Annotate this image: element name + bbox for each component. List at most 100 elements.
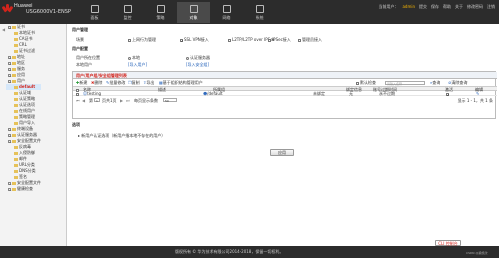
sidebar-item-label: 用户导入 <box>19 120 35 125</box>
radio-button[interactable] <box>128 56 131 60</box>
page-input[interactable]: 1 <box>94 98 100 103</box>
nav-label: 监控 <box>123 15 132 20</box>
folder-icon <box>12 187 16 191</box>
first-page-icon[interactable]: ⏮ <box>76 98 80 103</box>
user-location-option-1[interactable]: 认证服务器 <box>186 55 210 60</box>
row-checkbox[interactable] <box>76 91 80 96</box>
per-page-select[interactable]: 50 <box>163 98 177 103</box>
scenario-label: 场景 <box>76 37 84 42</box>
top-link-0: 当前用户： <box>378 4 399 9</box>
folder-icon <box>12 67 16 71</box>
folder-icon <box>14 85 18 89</box>
scenario-option-label: 上网行为管理 <box>132 37 156 42</box>
row-active-box[interactable]: ✓ <box>446 92 450 96</box>
folder-icon <box>14 91 18 95</box>
expand-toggle-icon[interactable]: − <box>8 187 12 191</box>
batch-edit-button-label: 批量修改 <box>109 80 126 85</box>
nav-4[interactable]: 网络 <box>210 2 243 23</box>
import-security-group-link-text[interactable]: [导入安全组] <box>186 62 209 67</box>
sidebar-item-label: 地区 <box>17 60 25 65</box>
top-link-3[interactable]: 保存 <box>431 4 439 10</box>
delete-button-label: 删除 <box>94 80 103 85</box>
table-row[interactable]: ☺testing ☻/default 未绑定 无 永不过期 ✓ ✎ <box>73 91 497 96</box>
scenario-checkbox[interactable] <box>228 38 231 42</box>
row-edit-icon[interactable]: ✎ <box>476 91 479 96</box>
top-link-1[interactable]: admin <box>402 4 415 10</box>
apply-button[interactable]: 应用 <box>270 149 294 156</box>
nav-5[interactable]: 系统 <box>243 2 276 23</box>
row-active-checkbox[interactable]: ✓ <box>446 91 450 96</box>
folder-icon <box>12 181 16 185</box>
import-user-link-text[interactable]: [导入用户] <box>128 62 147 67</box>
cli-console-button[interactable]: CLI 控制台 <box>435 240 461 246</box>
row-edit-glyph: ✎ <box>476 91 480 96</box>
scenario-checkbox[interactable] <box>128 38 131 42</box>
expand-toggle-icon[interactable]: − <box>8 25 12 29</box>
row-bind-info: 无 <box>349 91 353 96</box>
top-link-7[interactable]: 注销 <box>487 4 495 10</box>
import-security-group-link[interactable]: [导入安全组] <box>186 62 209 67</box>
folder-icon <box>12 79 16 83</box>
scenario-checkbox[interactable]: ✓ <box>180 38 184 42</box>
scenario-checkbox[interactable] <box>298 38 301 42</box>
scenario-option-1[interactable]: ✓SSL VPN接入 <box>180 37 209 42</box>
new-user-option[interactable]: ▸ 新用户认证选项（新用户指本地不存在的用户） <box>78 133 165 138</box>
folder-icon <box>14 37 18 41</box>
sidebar-item-27[interactable]: − 健康检查 <box>6 186 41 192</box>
folder-icon <box>12 127 16 131</box>
folder-icon <box>14 163 18 167</box>
folder-icon <box>14 169 18 173</box>
folder-icon <box>14 49 18 53</box>
top-link-2[interactable]: 提交 <box>419 4 427 10</box>
top-link-5[interactable]: 关于 <box>455 4 463 10</box>
user-location-option-0[interactable]: 本地 <box>128 55 140 60</box>
top-link-4[interactable]: 帮助 <box>443 4 451 10</box>
import-user-link[interactable]: [导入用户] <box>128 62 147 67</box>
folder-icon <box>12 25 16 29</box>
nav-1[interactable]: 监控 <box>111 2 144 23</box>
search-input[interactable]: 请输入名称 <box>385 81 425 86</box>
sidebar-item-label: 健康检查 <box>17 186 33 191</box>
sidebar-item-label: default <box>19 84 36 89</box>
scenario-option-0[interactable]: 上网行为管理 <box>128 37 156 42</box>
page-prefix: 第 <box>89 98 93 103</box>
folder-icon <box>12 73 16 77</box>
radio-button[interactable] <box>186 56 189 60</box>
expand-toggle-icon[interactable]: − <box>8 61 12 65</box>
sidebar-item-label: 应用 <box>17 72 25 77</box>
expand-toggle-icon[interactable]: − <box>8 55 12 59</box>
expand-toggle-icon[interactable]: − <box>8 133 12 137</box>
user-grid: 用户/用户组/安全组管理列表 ✚新建 ✖删除 ✎批量修改 ❐复制 ⇪导出 ▦基于… <box>72 71 497 119</box>
expand-toggle-icon[interactable]: − <box>8 127 12 131</box>
expand-toggle-icon[interactable]: − <box>8 67 12 71</box>
org-structure-button-label: 基于组织结构管理用户 <box>162 80 203 85</box>
search-field[interactable]: 请输入名称 <box>385 80 425 86</box>
scenario-option-3[interactable]: IPSec接入 <box>268 37 291 42</box>
sidebar-item-label: 认证策略 <box>19 96 35 101</box>
row-checkbox-box[interactable] <box>76 92 79 96</box>
expand-toggle-icon[interactable]: − <box>8 79 12 83</box>
folder-icon <box>12 61 16 65</box>
grid-title-bar: 用户/用户组/安全组管理列表 <box>73 72 497 79</box>
top-link-6[interactable]: 修改密码 <box>467 4 483 10</box>
expand-toggle-icon[interactable]: − <box>8 181 12 185</box>
expand-toggle-icon[interactable]: − <box>8 73 12 77</box>
prev-page-icon[interactable]: ◀ <box>82 98 85 103</box>
scenario-option-4[interactable]: 管理员接入 <box>298 37 322 42</box>
sidebar-item-label: 签名 <box>19 174 27 179</box>
scenario-checkbox[interactable] <box>268 38 271 42</box>
nav-0[interactable]: 面板 <box>78 2 111 23</box>
footer: 版权所有 © 华为技术有限公司2014-2018，保留一切权利。 CLI 控制台… <box>0 240 499 258</box>
expand-toggle-icon[interactable]: − <box>8 139 12 143</box>
nav-2[interactable]: 策略 <box>144 2 177 23</box>
watermark: CSDN @梁凯欣 <box>466 251 488 255</box>
row-group: ☻/default <box>203 91 223 96</box>
default-check-box[interactable] <box>356 81 359 85</box>
folder-icon <box>14 157 18 161</box>
last-page-icon[interactable]: ⏭ <box>126 98 130 103</box>
next-page-icon[interactable]: ▶ <box>120 98 123 103</box>
search-button-label: 查询 <box>432 80 441 85</box>
row-name-text: testing <box>87 91 102 96</box>
nav-3[interactable]: 对象 <box>177 2 210 23</box>
folder-icon <box>14 175 18 179</box>
